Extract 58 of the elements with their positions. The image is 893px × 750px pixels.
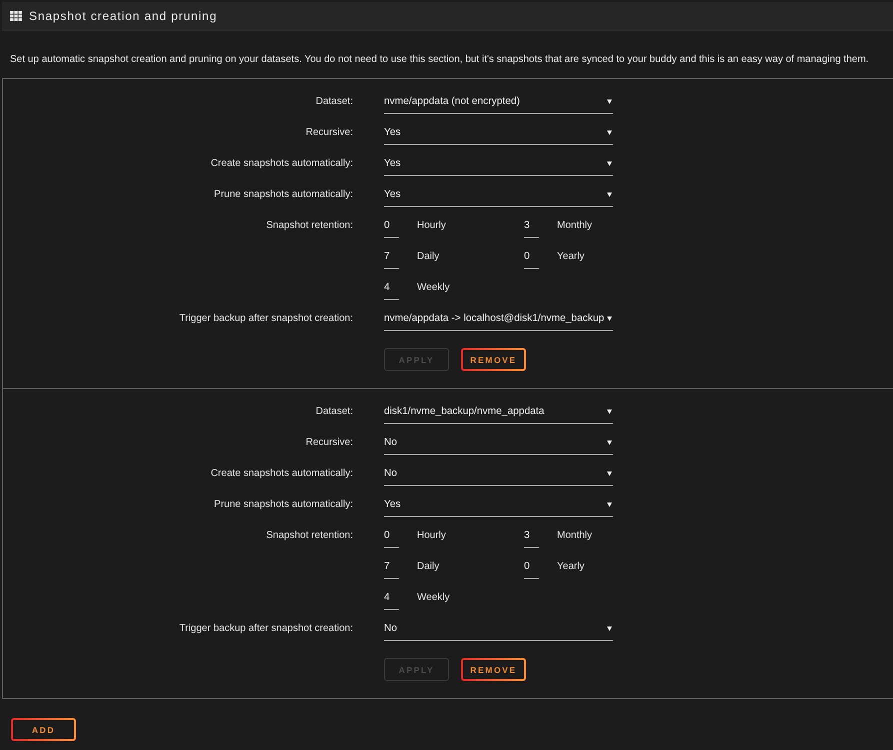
dropdown-field[interactable]: Yes — [384, 122, 613, 145]
dropdown-field[interactable]: Yes — [384, 184, 613, 207]
number-field[interactable]: 3 — [524, 525, 539, 548]
caret-down-icon — [607, 471, 612, 476]
caret-down-icon — [607, 409, 612, 414]
number-field[interactable]: 7 — [384, 556, 399, 579]
number-field[interactable]: 4 — [384, 587, 399, 610]
dropdown-field[interactable]: nvme/appdata -> localhost@disk1/nvme_backup — [384, 308, 613, 331]
unit-label: Monthly — [557, 529, 592, 543]
section-title: Snapshot creation and pruning — [29, 9, 218, 23]
caret-down-icon — [607, 626, 612, 631]
caret-down-icon — [607, 316, 612, 321]
field-label: Recursive: — [306, 436, 353, 450]
dropdown-field[interactable]: nvme/appdata (not encrypted) — [384, 91, 613, 114]
field-label: Dataset: — [316, 95, 353, 109]
number-field[interactable]: 0 — [384, 525, 399, 548]
unit-label: Hourly — [417, 219, 446, 233]
field-label: Prune snapshots automatically: — [214, 498, 353, 512]
number-field[interactable]: 4 — [384, 277, 399, 300]
dropdown-field[interactable]: Yes — [384, 494, 613, 517]
unit-label: Yearly — [557, 560, 584, 574]
field-label: Recursive: — [306, 126, 353, 140]
add-button[interactable]: ADD — [11, 718, 76, 741]
field-label: Create snapshots automatically: — [210, 157, 353, 171]
caret-down-icon — [607, 192, 612, 197]
field-label: Snapshot retention: — [266, 219, 353, 233]
unit-label: Yearly — [557, 250, 584, 264]
field-label: Trigger backup after snapshot creation: — [179, 312, 353, 326]
caret-down-icon — [607, 130, 612, 135]
number-field[interactable]: 0 — [524, 556, 539, 579]
dropdown-field[interactable]: disk1/nvme_backup/nvme_appdata — [384, 401, 613, 424]
unit-label: Weekly — [417, 281, 450, 295]
unit-label: Hourly — [417, 529, 446, 543]
unit-label: Monthly — [557, 219, 592, 233]
action-button[interactable]: REMOVE — [461, 348, 526, 371]
dropdown-field[interactable]: No — [384, 463, 613, 486]
action-button[interactable]: REMOVE — [461, 658, 526, 681]
number-field[interactable]: 0 — [524, 246, 539, 269]
field-label: Prune snapshots automatically: — [214, 188, 353, 202]
caret-down-icon — [607, 502, 612, 507]
unit-label: Daily — [417, 560, 440, 574]
field-label: Trigger backup after snapshot creation: — [179, 622, 353, 636]
caret-down-icon — [607, 440, 612, 445]
field-label: Create snapshots automatically: — [210, 467, 353, 481]
unit-label: Weekly — [417, 591, 450, 605]
caret-down-icon — [607, 99, 612, 104]
number-field[interactable]: 0 — [384, 215, 399, 238]
dropdown-field[interactable]: Yes — [384, 153, 613, 176]
caret-down-icon — [607, 161, 612, 166]
number-field[interactable]: 7 — [384, 246, 399, 269]
unit-label: Daily — [417, 250, 440, 264]
dropdown-field[interactable]: No — [384, 618, 613, 641]
description-text: Set up automatic snapshot creation and pruning on your datasets. You do not need to use this section, but it's snapshots that are synced to your buddy and this is an easy way of managing them. — [10, 53, 869, 66]
number-field[interactable]: 3 — [524, 215, 539, 238]
table-icon — [10, 11, 22, 21]
dropdown-field[interactable]: No — [384, 432, 613, 455]
field-label: Snapshot retention: — [266, 529, 353, 543]
field-label: Dataset: — [316, 405, 353, 419]
